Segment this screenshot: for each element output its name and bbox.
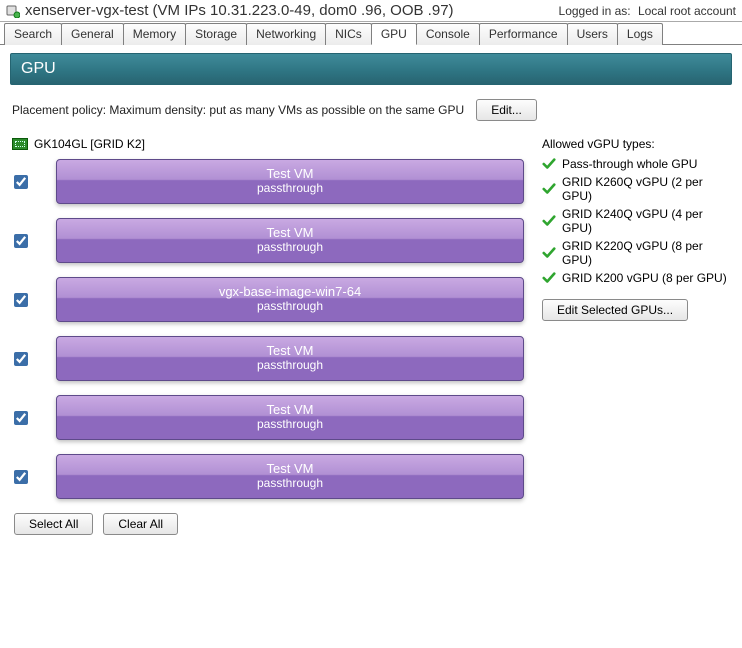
check-icon [542,271,556,285]
vm-name: Test VM [57,402,523,417]
vgpu-type-label: GRID K220Q vGPU (8 per GPU) [562,239,732,267]
vm-name: Test VM [57,343,523,358]
tab-performance[interactable]: Performance [479,23,568,45]
vgpu-type-item: GRID K240Q vGPU (4 per GPU) [542,207,732,235]
gpu-header: GK104GL [GRID K2] [12,137,524,151]
vm-list: Test VMpassthroughTest VMpassthroughvgx-… [10,159,524,499]
tab-console[interactable]: Console [416,23,480,45]
vm-checkbox[interactable] [14,352,28,366]
tab-logs[interactable]: Logs [617,23,663,45]
clear-all-button[interactable]: Clear All [103,513,178,535]
tab-general[interactable]: General [61,23,124,45]
vm-name: vgx-base-image-win7-64 [57,284,523,299]
window-title: xenserver-vgx-test (VM IPs 10.31.223.0-4… [25,2,454,19]
vgpu-type-label: GRID K200 vGPU (8 per GPU) [562,271,727,285]
title-bar: xenserver-vgx-test (VM IPs 10.31.223.0-4… [0,0,742,22]
vm-row: Test VMpassthrough [14,395,524,440]
vm-checkbox[interactable] [14,470,28,484]
tab-gpu[interactable]: GPU [371,23,417,45]
vm-row: Test VMpassthrough [14,336,524,381]
vm-block[interactable]: Test VMpassthrough [56,159,524,204]
gpu-name: GK104GL [GRID K2] [34,137,145,151]
vm-checkbox[interactable] [14,411,28,425]
vm-mode: passthrough [57,181,523,195]
tab-bar: Search General Memory Storage Networking… [0,22,742,45]
vgpu-type-label: GRID K240Q vGPU (4 per GPU) [562,207,732,235]
vm-name: Test VM [57,461,523,476]
vm-block[interactable]: Test VMpassthrough [56,454,524,499]
vm-row: vgx-base-image-win7-64passthrough [14,277,524,322]
gpu-card-icon [12,138,28,150]
tab-memory[interactable]: Memory [123,23,186,45]
vm-mode: passthrough [57,240,523,254]
vm-block[interactable]: Test VMpassthrough [56,336,524,381]
vgpu-type-item: GRID K200 vGPU (8 per GPU) [542,271,732,285]
section-title: GPU [10,53,732,85]
placement-policy-text: Placement policy: Maximum density: put a… [12,103,464,117]
vm-name: Test VM [57,225,523,240]
tab-networking[interactable]: Networking [246,23,326,45]
vgpu-type-item: Pass-through whole GPU [542,157,732,171]
vm-checkbox[interactable] [14,293,28,307]
vm-mode: passthrough [57,476,523,490]
vm-mode: passthrough [57,417,523,431]
tab-storage[interactable]: Storage [185,23,247,45]
select-all-button[interactable]: Select All [14,513,93,535]
vgpu-type-label: GRID K260Q vGPU (2 per GPU) [562,175,732,203]
tab-search[interactable]: Search [4,23,62,45]
vm-row: Test VMpassthrough [14,159,524,204]
tab-users[interactable]: Users [567,23,618,45]
vgpu-type-item: GRID K220Q vGPU (8 per GPU) [542,239,732,267]
vgpu-types-title: Allowed vGPU types: [542,137,732,151]
vm-row: Test VMpassthrough [14,454,524,499]
tab-nics[interactable]: NICs [325,23,372,45]
check-icon [542,157,556,171]
edit-selected-gpus-button[interactable]: Edit Selected GPUs... [542,299,688,321]
vm-block[interactable]: Test VMpassthrough [56,395,524,440]
placement-policy-row: Placement policy: Maximum density: put a… [12,99,730,121]
check-icon [542,214,556,228]
server-icon [6,4,20,18]
vgpu-type-item: GRID K260Q vGPU (2 per GPU) [542,175,732,203]
vm-row: Test VMpassthrough [14,218,524,263]
vm-checkbox[interactable] [14,234,28,248]
check-icon [542,246,556,260]
vm-name: Test VM [57,166,523,181]
vm-checkbox[interactable] [14,175,28,189]
vm-mode: passthrough [57,299,523,313]
vm-mode: passthrough [57,358,523,372]
login-status: Logged in as: Local root account [559,4,736,18]
vm-block[interactable]: vgx-base-image-win7-64passthrough [56,277,524,322]
vgpu-types-list: Pass-through whole GPU GRID K260Q vGPU (2… [542,157,732,285]
edit-policy-button[interactable]: Edit... [476,99,537,121]
check-icon [542,182,556,196]
vgpu-type-label: Pass-through whole GPU [562,157,697,171]
vm-block[interactable]: Test VMpassthrough [56,218,524,263]
